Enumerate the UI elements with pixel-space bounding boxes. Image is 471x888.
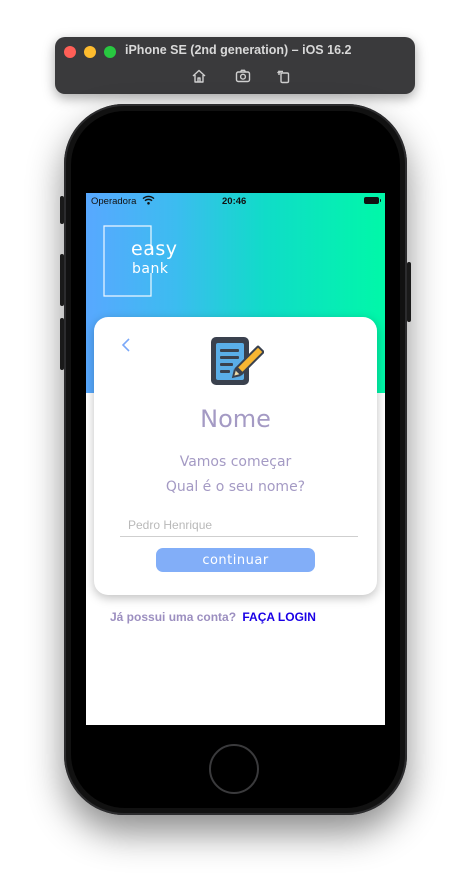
zoom-window-button[interactable] bbox=[104, 46, 116, 58]
login-link[interactable]: FAÇA LOGIN bbox=[242, 610, 316, 624]
subtitle-greeting: Vamos começar bbox=[179, 454, 292, 470]
volume-up-button bbox=[60, 254, 64, 306]
screenshot-icon[interactable] bbox=[234, 67, 252, 85]
name-input[interactable] bbox=[120, 513, 358, 537]
battery-icon bbox=[364, 197, 381, 204]
status-time: 20:46 bbox=[222, 196, 247, 207]
home-button[interactable] bbox=[209, 744, 259, 794]
simulator-title: iPhone SE (2nd generation) – iOS 16.2 bbox=[125, 43, 352, 57]
login-prompt: Já possui uma conta? FAÇA LOGIN bbox=[110, 610, 380, 624]
login-question-text: Já possui uma conta? bbox=[110, 610, 237, 624]
volume-down-button bbox=[60, 318, 64, 370]
easybank-logo: easy bank bbox=[103, 225, 177, 297]
status-bar: Operadora 20:46 bbox=[86, 193, 385, 210]
continue-button[interactable]: continuar bbox=[156, 548, 315, 572]
simulator-title-bar: iPhone SE (2nd generation) – iOS 16.2 bbox=[55, 37, 415, 94]
power-button bbox=[407, 262, 411, 322]
rotate-icon[interactable] bbox=[275, 67, 293, 85]
page-title: Nome bbox=[200, 405, 271, 433]
simulator-window: iPhone SE (2nd generation) – iOS 16.2 Op… bbox=[0, 0, 471, 888]
subtitle-question: Qual é o seu nome? bbox=[165, 479, 306, 495]
app-screen: Operadora 20:46 easy bank Nome Vamos com… bbox=[86, 193, 385, 725]
chevron-left-icon[interactable] bbox=[119, 337, 133, 353]
minimize-window-button[interactable] bbox=[84, 46, 96, 58]
home-icon[interactable] bbox=[190, 67, 208, 85]
logo-text-easy: easy bbox=[131, 238, 178, 260]
wifi-icon bbox=[142, 195, 155, 208]
silent-switch bbox=[60, 196, 64, 224]
close-window-button[interactable] bbox=[64, 46, 76, 58]
logo-text-bank: bank bbox=[132, 261, 169, 277]
form-edit-icon bbox=[208, 334, 265, 390]
name-card: Nome Vamos começar Qual é o seu nome? co… bbox=[94, 317, 377, 595]
carrier-label: Operadora bbox=[91, 196, 137, 207]
